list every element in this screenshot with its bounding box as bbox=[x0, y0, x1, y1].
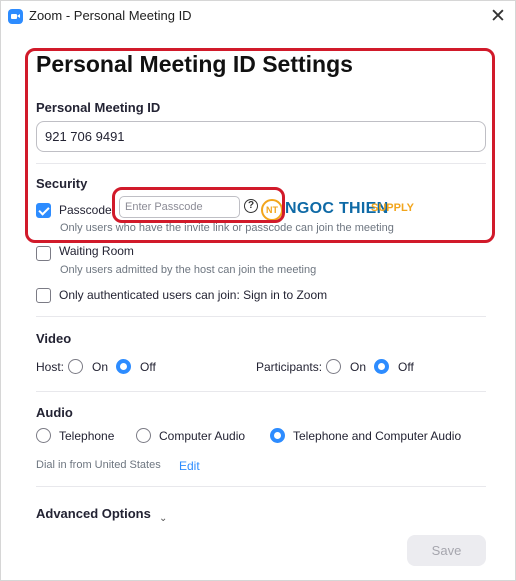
divider bbox=[36, 486, 486, 487]
video-label: Video bbox=[36, 331, 72, 346]
close-icon[interactable]: ✕ bbox=[487, 5, 509, 27]
waiting-room-label: Waiting Room bbox=[59, 244, 134, 258]
participants-video-on-label: On bbox=[350, 360, 367, 374]
audio-both-radio[interactable] bbox=[270, 428, 285, 443]
waiting-room-checkbox[interactable] bbox=[36, 246, 51, 261]
audio-computer-label: Computer Audio bbox=[159, 429, 246, 443]
audio-telephone-radio[interactable] bbox=[36, 428, 51, 443]
participants-video-off-radio[interactable] bbox=[374, 359, 389, 374]
host-video-on-label: On bbox=[92, 360, 109, 374]
save-button[interactable]: Save bbox=[407, 535, 486, 566]
divider bbox=[36, 316, 486, 317]
dial-in-text: Dial in from United States bbox=[36, 459, 161, 471]
waiting-room-description: Only users admitted by the host can join… bbox=[60, 264, 317, 276]
zoom-window: Zoom - Personal Meeting ID ✕ Personal Me… bbox=[0, 0, 516, 581]
participants-video-off-label: Off bbox=[398, 360, 414, 374]
audio-both-label: Telephone and Computer Audio bbox=[293, 429, 462, 443]
window-title: Zoom - Personal Meeting ID bbox=[29, 8, 192, 23]
authenticated-users-label: Only authenticated users can join: Sign … bbox=[59, 288, 328, 302]
host-video-on-radio[interactable] bbox=[68, 359, 83, 374]
audio-label: Audio bbox=[36, 405, 73, 420]
divider bbox=[36, 391, 486, 392]
video-participants-label: Participants: bbox=[256, 360, 323, 374]
advanced-options-toggle[interactable]: Advanced Options bbox=[36, 506, 151, 521]
authenticated-users-checkbox[interactable] bbox=[36, 288, 51, 303]
dial-in-edit-link[interactable]: Edit bbox=[179, 459, 200, 473]
chevron-down-icon[interactable]: ⌄ bbox=[159, 513, 167, 524]
audio-computer-radio[interactable] bbox=[136, 428, 151, 443]
title-bar: Zoom - Personal Meeting ID ✕ bbox=[1, 1, 515, 31]
highlight-box-passcode bbox=[112, 187, 285, 223]
video-host-label: Host: bbox=[36, 360, 65, 374]
participants-video-on-radio[interactable] bbox=[326, 359, 341, 374]
host-video-off-label: Off bbox=[140, 360, 156, 374]
zoom-app-icon bbox=[8, 9, 23, 24]
host-video-off-radio[interactable] bbox=[116, 359, 131, 374]
audio-telephone-label: Telephone bbox=[59, 429, 115, 443]
